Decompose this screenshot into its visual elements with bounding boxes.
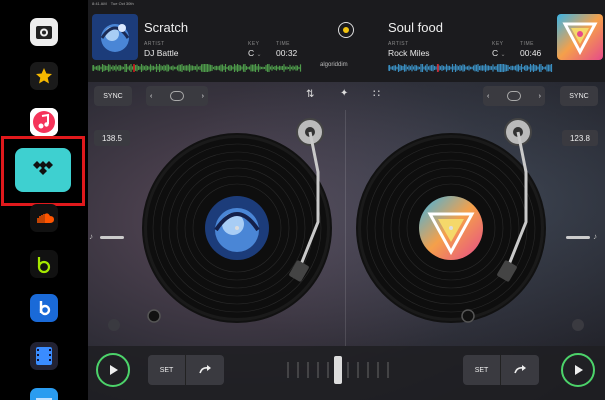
soundcloud-icon [37, 213, 54, 223]
app-button-beatport[interactable] [30, 250, 58, 278]
artist-left: DJ Battle [144, 48, 179, 58]
deck-control-bar: SYNC ‹ › ⇅ ✦ ∷ ‹ › SYNC [88, 82, 605, 110]
beatsource-icon [39, 301, 51, 316]
loop-icon-left[interactable] [108, 319, 120, 331]
loop-button-left[interactable] [186, 355, 224, 385]
pitch-slider-left[interactable] [100, 236, 124, 239]
crossfader[interactable] [283, 352, 393, 388]
mixer-icon[interactable]: ⇅ [306, 89, 314, 100]
track-title-left: Scratch [144, 20, 189, 35]
waveform-left[interactable] [92, 64, 302, 72]
app-button-favorites[interactable] [30, 62, 58, 90]
key-left[interactable]: C ⌄ [248, 48, 262, 58]
app-window: 8:41 AM Tue Oct 30th Scratch ARTIST DJ B… [0, 0, 605, 400]
pitch-bend-left[interactable]: ‹ › [146, 86, 208, 106]
app-button-music[interactable] [30, 108, 58, 136]
pitch-reset-icon[interactable] [170, 91, 184, 101]
loop-icon-right[interactable] [572, 319, 584, 331]
app-button-tidal[interactable] [15, 148, 71, 192]
center-record-button[interactable] [338, 22, 354, 38]
bpm-right[interactable]: 123.8 [562, 130, 598, 146]
bpm-left[interactable]: 138.5 [94, 130, 130, 146]
key-label-right: KEY [492, 41, 504, 47]
pitch-note-icon-left: ♪ [89, 232, 93, 241]
time-label-right: TIME [520, 41, 534, 47]
artist-right: Rock Miles [388, 48, 430, 58]
play-icon [575, 365, 583, 375]
pitch-slider-right[interactable] [566, 236, 590, 239]
brand-logo: algoriddim [320, 62, 348, 68]
vinyl-label-left [205, 196, 269, 260]
time-left: 00:32 [276, 48, 298, 58]
key-label-left: KEY [248, 41, 260, 47]
app-button-beatsource[interactable] [30, 294, 58, 322]
key-right[interactable]: C ⌄ [492, 48, 506, 58]
loop-arrow-icon [514, 365, 526, 374]
album-art-right[interactable] [557, 14, 603, 60]
chevron-right-icon[interactable]: › [539, 93, 541, 100]
app-button-files[interactable] [30, 388, 58, 400]
grid-icon[interactable]: ∷ [373, 87, 380, 100]
chevron-left-icon[interactable]: ‹ [487, 93, 489, 100]
status-date: Tue Oct 30th [110, 1, 134, 6]
artist-label-right: ARTIST [388, 41, 409, 47]
app-sidebar [0, 0, 88, 400]
tidal-icon [33, 161, 53, 175]
set-cue-button-right[interactable]: SET [463, 355, 501, 385]
artist-label-left: ARTIST [144, 41, 165, 47]
crossfader-handle[interactable] [334, 356, 342, 384]
play-icon [110, 365, 118, 375]
status-time: 8:41 AM [92, 1, 107, 6]
turntable-left[interactable] [140, 112, 350, 344]
album-art-left[interactable] [92, 14, 138, 60]
cue-controls-left: SET [148, 355, 224, 385]
cue-controls-right: SET [463, 355, 539, 385]
film-icon [36, 347, 52, 365]
folder-icon [36, 398, 52, 400]
star-icon [36, 68, 52, 84]
pitch-note-icon-right: ♪ [593, 232, 597, 241]
chevron-right-icon[interactable]: › [202, 93, 204, 100]
time-label-left: TIME [276, 41, 290, 47]
play-button-left[interactable] [96, 353, 130, 387]
app-button-soundcloud[interactable] [30, 204, 58, 232]
turntable-right[interactable] [350, 112, 560, 344]
time-right: 00:46 [520, 48, 542, 58]
status-bar: 8:41 AM Tue Oct 30th [92, 1, 137, 6]
pitch-reset-icon[interactable] [507, 91, 521, 101]
chevron-down-icon: ⌄ [500, 52, 506, 58]
start-stop-knob-right[interactable] [461, 309, 475, 323]
loop-button-right[interactable] [501, 355, 539, 385]
play-button-right[interactable] [561, 353, 595, 387]
pitch-bend-right[interactable]: ‹ › [483, 86, 545, 106]
track-title-right: Soul food [388, 20, 443, 35]
camera-icon [36, 26, 52, 39]
music-note-icon [30, 108, 58, 136]
loop-arrow-icon [199, 365, 211, 374]
vinyl-label-right [419, 196, 483, 260]
set-cue-button-left[interactable]: SET [148, 355, 186, 385]
start-stop-knob-left[interactable] [147, 309, 161, 323]
chevron-down-icon: ⌄ [256, 52, 262, 58]
app-button-videos[interactable] [30, 342, 58, 370]
chevron-left-icon[interactable]: ‹ [150, 93, 152, 100]
sync-button-right[interactable]: SYNC [560, 86, 598, 106]
fx-icon[interactable]: ✦ [340, 88, 348, 99]
sync-button-left[interactable]: SYNC [94, 86, 132, 106]
dj-main-area: 8:41 AM Tue Oct 30th Scratch ARTIST DJ B… [88, 0, 605, 400]
track-info-bar: 8:41 AM Tue Oct 30th Scratch ARTIST DJ B… [88, 0, 605, 82]
beatport-icon [37, 257, 51, 274]
app-button-photo[interactable] [30, 18, 58, 46]
waveform-right[interactable] [388, 64, 553, 72]
